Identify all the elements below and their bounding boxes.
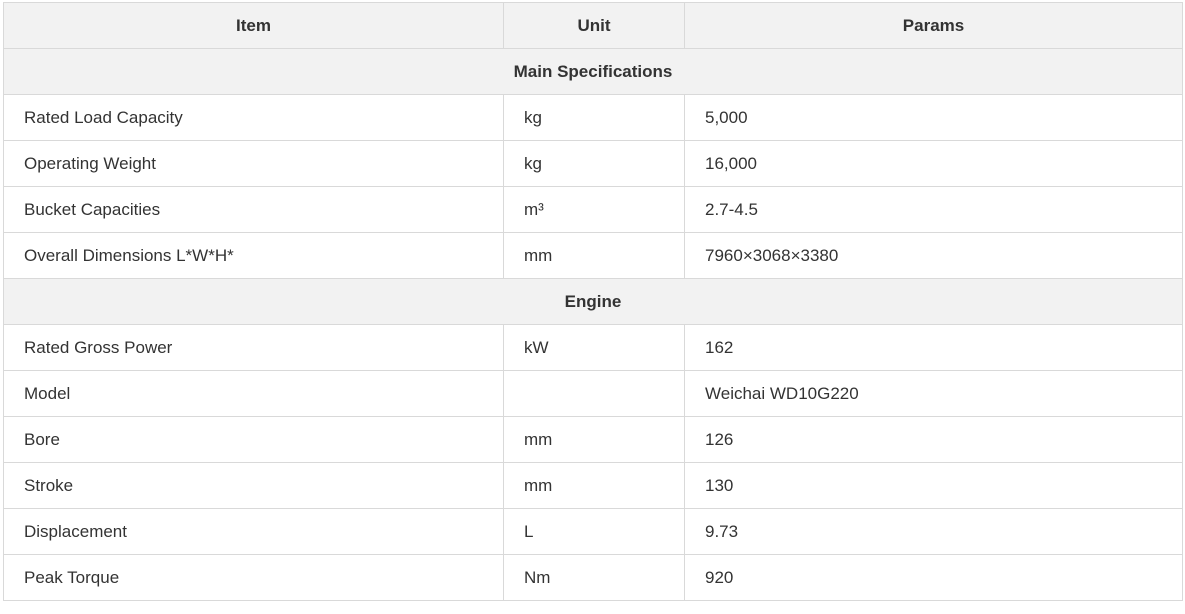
section-title-engine: Engine <box>3 278 1183 325</box>
unit-cell <box>503 370 685 417</box>
header-unit: Unit <box>503 2 685 49</box>
header-params: Params <box>684 2 1183 49</box>
table-row: Stroke mm 130 <box>3 462 1183 509</box>
table-row: Operating Weight kg 16,000 <box>3 140 1183 187</box>
section-title-main-specifications: Main Specifications <box>3 48 1183 95</box>
unit-cell: m³ <box>503 186 685 233</box>
item-cell: Stroke <box>3 462 504 509</box>
item-cell: Displacement <box>3 508 504 555</box>
params-cell: 16,000 <box>684 140 1183 187</box>
table-header-row: Item Unit Params <box>3 2 1183 49</box>
item-cell: Rated Gross Power <box>3 324 504 371</box>
params-cell: Weichai WD10G220 <box>684 370 1183 417</box>
table-row: Rated Gross Power kW 162 <box>3 324 1183 371</box>
item-cell: Peak Torque <box>3 554 504 601</box>
section-row: Engine <box>3 278 1183 325</box>
table-row: Bucket Capacities m³ 2.7-4.5 <box>3 186 1183 233</box>
header-item: Item <box>3 2 504 49</box>
unit-cell: kW <box>503 324 685 371</box>
item-cell: Bucket Capacities <box>3 186 504 233</box>
item-cell: Overall Dimensions L*W*H* <box>3 232 504 279</box>
table-row: Displacement L 9.73 <box>3 508 1183 555</box>
params-cell: 9.73 <box>684 508 1183 555</box>
unit-cell: mm <box>503 462 685 509</box>
unit-cell: mm <box>503 232 685 279</box>
table-row: Rated Load Capacity kg 5,000 <box>3 94 1183 141</box>
params-cell: 2.7-4.5 <box>684 186 1183 233</box>
unit-cell: kg <box>503 140 685 187</box>
params-cell: 920 <box>684 554 1183 601</box>
unit-cell: Nm <box>503 554 685 601</box>
table-row: Bore mm 126 <box>3 416 1183 463</box>
unit-cell: mm <box>503 416 685 463</box>
params-cell: 130 <box>684 462 1183 509</box>
item-cell: Rated Load Capacity <box>3 94 504 141</box>
params-cell: 5,000 <box>684 94 1183 141</box>
unit-cell: L <box>503 508 685 555</box>
table-row: Peak Torque Nm 920 <box>3 554 1183 601</box>
item-cell: Bore <box>3 416 504 463</box>
unit-cell: kg <box>503 94 685 141</box>
section-row: Main Specifications <box>3 48 1183 95</box>
item-cell: Operating Weight <box>3 140 504 187</box>
item-cell: Model <box>3 370 504 417</box>
table-row: Overall Dimensions L*W*H* mm 7960×3068×3… <box>3 232 1183 279</box>
params-cell: 162 <box>684 324 1183 371</box>
params-cell: 7960×3068×3380 <box>684 232 1183 279</box>
table-row: Model Weichai WD10G220 <box>3 370 1183 417</box>
params-cell: 126 <box>684 416 1183 463</box>
specifications-table: Item Unit Params Main Specifications Rat… <box>3 2 1183 601</box>
